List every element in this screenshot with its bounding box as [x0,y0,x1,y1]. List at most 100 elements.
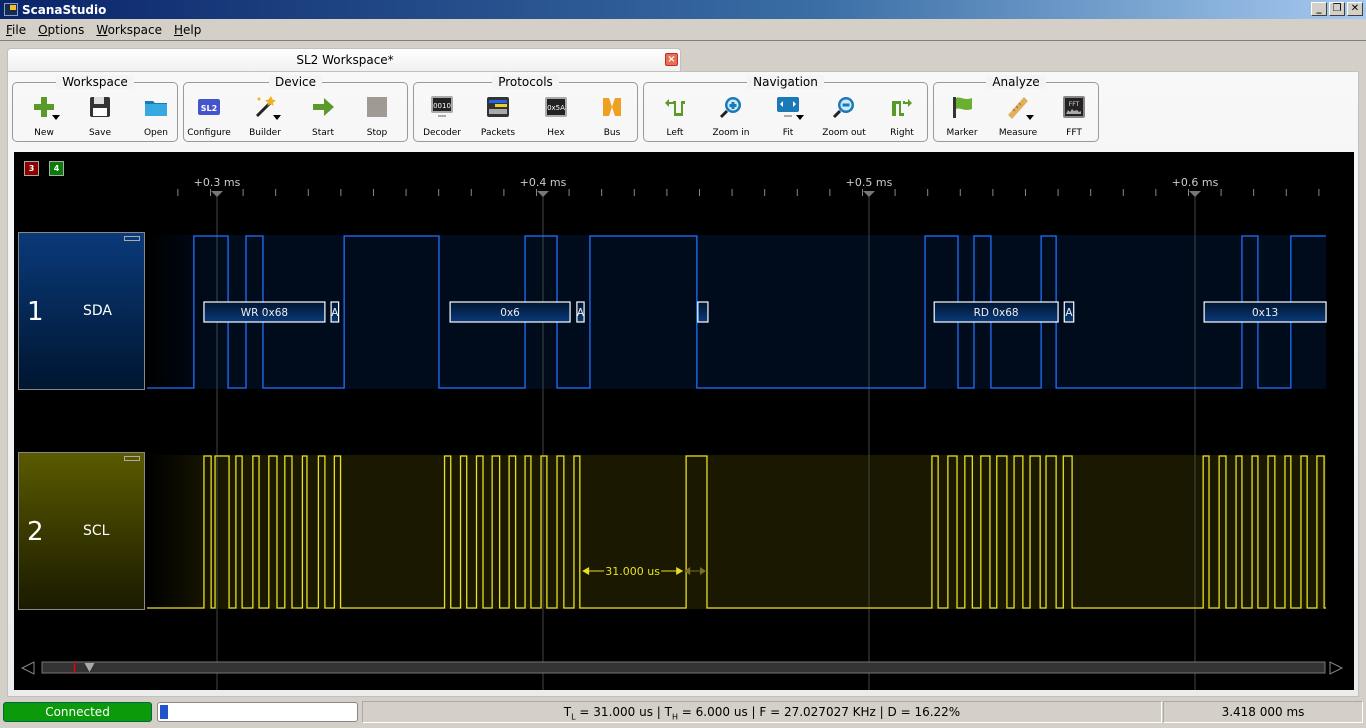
decoded-packet-label: A [577,307,585,319]
close-icon[interactable]: × [665,53,678,66]
toolbar-group-protocols: Protocols 0010 Decoder Packets 0x5A Hex Bus [413,75,640,143]
packets-icon [486,95,510,119]
toolbar-group-navigation: Navigation Left Zoom in Fit Zoom out Right [643,75,930,143]
menu-options[interactable]: Options [32,23,90,37]
tool-label: Save [88,128,112,138]
menu-bar: File Options Workspace Help [0,19,1366,41]
tab-bar: SL2 Workspace* × [7,48,1366,72]
scroll-right-triangle-icon[interactable] [1329,661,1344,675]
tool-label: Configure [187,128,231,138]
ruler-label: +0.5 ms [846,176,893,189]
waveform-view[interactable]: 3 4 1 SDA 2 SCL +0.3 ms +0.4 ms +0.5 ms +0.… [14,152,1354,690]
ruler-marker-triangle-icon [211,191,223,197]
dropdown-arrow-icon[interactable] [796,115,804,120]
start-button[interactable]: Start [295,95,351,143]
tool-label: Stop [366,128,388,138]
tool-label: Open [143,128,169,138]
menu-accelerator: W [96,22,108,37]
waveform-canvas[interactable]: +0.3 ms +0.4 ms +0.5 ms +0.6 ms WR 0x68 A 0x6 A… [14,152,1354,690]
decoder-monitor-icon: 0010 [430,95,454,119]
decoded-packet-label: A [331,307,339,319]
fft-icon: FFT [1062,95,1086,119]
measure-label: 31.000 us [605,565,660,578]
new-button[interactable]: New [16,95,72,143]
decoded-packet-label: WR 0x68 [241,307,288,319]
stop-button[interactable]: Stop [349,95,405,143]
ruler-marker-triangle-icon [863,191,875,197]
group-label-text: Navigation [747,75,824,89]
tool-label: Zoom out [822,128,866,138]
decoded-packet[interactable] [697,301,709,323]
connection-status: Connected [3,702,152,722]
flag-icon [950,95,974,119]
horizontal-scrollbar[interactable] [41,661,1326,674]
zoom-in-button[interactable]: Zoom in [703,95,759,143]
tool-label: Zoom in [712,128,750,138]
tool-label: Right [890,128,914,138]
tab-title: SL2 Workspace* [296,53,394,67]
menu-workspace[interactable]: Workspace [90,23,168,37]
status-bar: Connected TL = 31.000 us | TH = 6.000 us… [0,700,1366,728]
ruler-label: +0.6 ms [1172,176,1219,189]
group-label-text: Workspace [56,75,134,89]
group-label: Analyze [934,75,1098,89]
fit-button[interactable]: Fit [760,95,816,143]
menu-accelerator: O [38,22,48,37]
tool-label: New [34,128,54,138]
decoder-button[interactable]: 0010 Decoder [414,95,470,143]
right-button[interactable]: Right [874,95,930,143]
window-title: ScanaStudio [22,2,107,17]
fft-button[interactable]: FFT FFT [1046,95,1102,143]
builder-button[interactable]: Builder [237,95,293,143]
restore-button[interactable]: ❐ [1329,2,1345,16]
minimize-button[interactable]: _ [1311,2,1327,16]
decoded-packet-label: 0x6 [500,307,520,319]
svg-text:FFT: FFT [1069,101,1080,108]
toolbar-group-workspace: Workspace New Save Open [12,75,178,143]
menu-file[interactable]: File [0,23,32,37]
tool-label: Packets [480,128,516,138]
measure-button[interactable]: Measure [990,95,1046,143]
tool-label: Decoder [423,128,461,138]
svg-text:SL2: SL2 [201,104,217,113]
tool-label: Fit [782,128,794,138]
capture-progress-bar [157,702,358,722]
window-controls: _ ❐ ✕ [1311,2,1363,16]
hex-button[interactable]: 0x5A Hex [528,95,584,143]
sl2-device-icon: SL2 [197,95,221,119]
group-label: Device [184,75,407,89]
tab-sl2-workspace[interactable]: SL2 Workspace* × [7,48,681,72]
open-button[interactable]: Open [128,95,184,143]
tool-label: Builder [249,128,281,138]
scroll-left-triangle-icon[interactable] [20,661,35,675]
dropdown-arrow-icon[interactable] [1026,115,1034,120]
svg-text:0010: 0010 [433,102,451,110]
tool-label: Left [666,128,684,138]
tool-label: FFT [1066,128,1082,138]
dropdown-arrow-icon[interactable] [52,115,60,120]
group-label: Protocols [414,75,637,89]
zoom-out-icon [832,95,856,119]
group-label-text: Device [268,75,323,89]
configure-button[interactable]: SL2 Configure [181,95,237,143]
packets-button[interactable]: Packets [470,95,526,143]
stop-square-icon [365,95,389,119]
tool-label: Start [312,128,334,138]
decoded-packet-label: A [1065,307,1073,319]
tool-label: Bus [603,128,621,138]
menu-help[interactable]: Help [168,23,207,37]
group-label: Navigation [644,75,927,89]
save-button[interactable]: Save [72,95,128,143]
scroll-left-icon [663,95,687,119]
close-window-button[interactable]: ✕ [1347,2,1363,16]
left-button[interactable]: Left [647,95,703,143]
menu-label: elp [183,22,202,37]
bus-button[interactable]: Bus [584,95,640,143]
tool-label: Hex [547,128,565,138]
zoom-out-button[interactable]: Zoom out [816,95,872,143]
toolbar-group-analyze: Analyze Marker Measure FFT FFT [933,75,1102,143]
marker-button[interactable]: Marker [934,95,990,143]
progress-fill [160,705,168,719]
measurement-readout: TL = 31.000 us | TH = 6.000 us | F = 27.… [362,701,1162,723]
dropdown-arrow-icon[interactable] [273,115,281,120]
